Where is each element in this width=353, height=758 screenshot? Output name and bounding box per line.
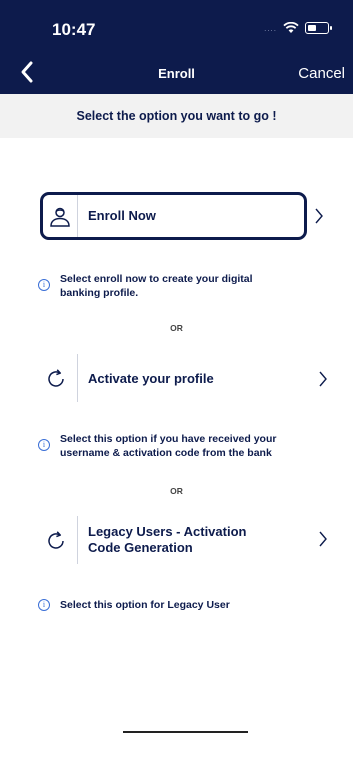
info-text-line: banking profile. xyxy=(60,287,139,299)
info-text-line: username & activation code from the bank xyxy=(60,447,272,459)
signal-icon: .... xyxy=(264,23,277,33)
cancel-button[interactable]: Cancel xyxy=(298,65,345,82)
chevron-right-icon[interactable] xyxy=(318,371,328,387)
option-divider xyxy=(77,195,78,237)
user-icon xyxy=(50,207,70,227)
info-icon: i xyxy=(38,599,50,611)
info-icon: i xyxy=(38,439,50,451)
option-divider xyxy=(77,516,78,564)
activate-profile-label: Activate your profile xyxy=(88,371,214,386)
info-text-line: Select enroll now to create your digital xyxy=(60,273,253,285)
battery-icon xyxy=(305,22,332,34)
or-separator: OR xyxy=(170,323,183,333)
instruction-text: Select the option you want to go ! xyxy=(76,109,277,123)
activate-profile-option[interactable]: Activate your profile xyxy=(40,354,330,402)
info-text-line: Select this option for Legacy User xyxy=(60,599,230,611)
legacy-users-option[interactable]: Legacy Users - Activation Code Generatio… xyxy=(40,516,330,564)
legacy-users-label-line: Legacy Users - Activation xyxy=(88,524,247,539)
enroll-now-option[interactable]: Enroll Now xyxy=(40,192,307,240)
status-time: 10:47 xyxy=(52,20,96,39)
instruction-bar: Select the option you want to go ! xyxy=(0,94,353,138)
info-text-line: Select this option if you have received … xyxy=(60,433,277,445)
battery-level xyxy=(307,24,316,31)
legacy-users-label-line: Code Generation xyxy=(88,540,193,555)
or-separator: OR xyxy=(170,486,183,496)
info-icon: i xyxy=(38,279,50,291)
option-divider xyxy=(77,354,78,402)
home-indicator[interactable] xyxy=(123,731,248,733)
refresh-icon xyxy=(48,531,64,549)
status-icons: .... xyxy=(264,22,332,34)
chevron-right-icon[interactable] xyxy=(318,531,328,547)
top-header: 10:47 .... Enroll Cancel xyxy=(0,0,353,94)
chevron-right-icon[interactable] xyxy=(314,208,324,224)
refresh-icon xyxy=(48,369,64,387)
wifi-icon xyxy=(283,22,299,33)
enroll-now-label: Enroll Now xyxy=(88,208,156,223)
